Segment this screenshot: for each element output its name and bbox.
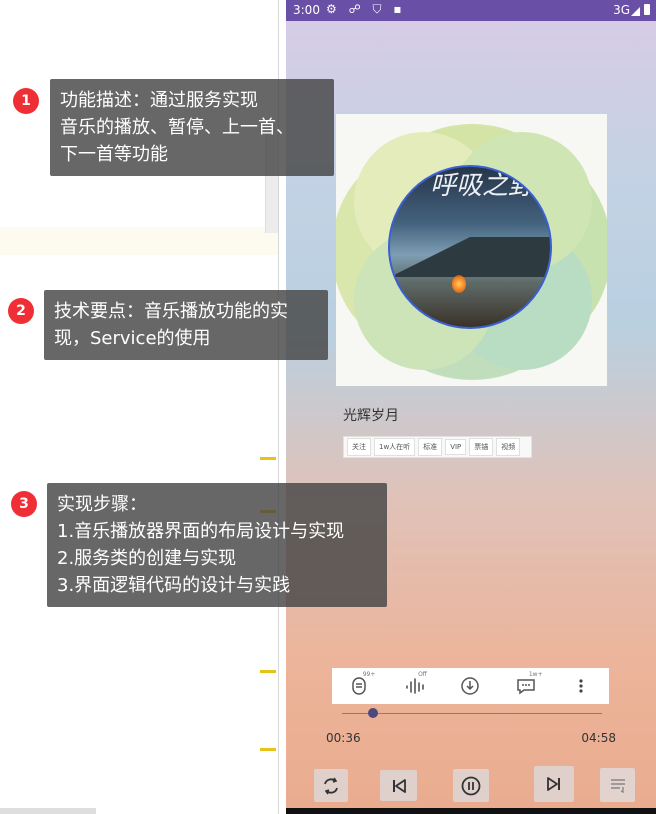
skip-previous-icon (392, 778, 406, 793)
tag-listeners[interactable]: 1w人在听 (374, 438, 416, 456)
sound-effect-badge: Off (418, 671, 427, 678)
song-tags: 关注 1w人在听 标准 VIP 票锚 视频 (343, 436, 532, 458)
comment-button[interactable]: 1w+ (515, 671, 543, 697)
repeat-icon (324, 777, 338, 794)
repeat-button[interactable] (314, 769, 348, 802)
total-time: 04:58 (581, 731, 616, 745)
seek-thumb[interactable] (368, 708, 379, 718)
editor-gutter-marker (260, 748, 276, 751)
callout-number-badge: 2 (8, 298, 34, 324)
callout-number-badge: 1 (13, 88, 39, 114)
playlist-icon (610, 779, 625, 794)
like-button[interactable]: 99+ (349, 671, 375, 697)
album-art: 呼吸之野 (336, 114, 607, 386)
comment-count-badge: 1w+ (528, 671, 543, 678)
callout-line: 音乐的播放、暂停、上一首、 (60, 117, 294, 138)
tag-anchor[interactable]: 票锚 (469, 438, 494, 456)
callout-number-badge: 3 (11, 491, 37, 517)
callout-line: 现，Service的使用 (54, 328, 211, 349)
editor-gutter-marker (260, 670, 276, 673)
like-icon (351, 677, 366, 695)
pause-icon (461, 776, 481, 795)
tag-video[interactable]: 视频 (496, 438, 521, 456)
horizontal-scrollbar[interactable] (0, 808, 96, 814)
skip-next-icon (547, 777, 560, 791)
tag-follow[interactable]: 关注 (347, 438, 371, 456)
current-time: 00:36 (326, 731, 361, 745)
signal-icon (631, 7, 640, 16)
callout-function-description: 功能描述：通过服务实现 音乐的播放、暂停、上一首、 下一首等功能 (50, 79, 334, 176)
cover-campfire (452, 275, 466, 293)
callout-implementation-steps: 实现步骤： 1.音乐播放器界面的布局设计与实现 2.服务类的创建与实现 3.界面… (47, 483, 387, 607)
previous-button[interactable] (380, 770, 417, 801)
sound-effect-button[interactable]: Off (404, 671, 427, 697)
callout-line: 1.音乐播放器界面的布局设计与实现 (57, 521, 345, 542)
more-button[interactable] (570, 675, 592, 697)
tag-vip[interactable]: VIP (445, 439, 467, 455)
status-bar: 3:00 ⚙ ☍ ⛉ ▪ 3G (286, 0, 656, 21)
callout-line: 技术要点：音乐播放功能的实 (54, 301, 288, 322)
download-button[interactable] (459, 675, 481, 697)
album-cover[interactable]: 呼吸之野 (388, 165, 552, 329)
battery-icon (644, 4, 650, 15)
download-icon (461, 677, 480, 695)
playlist-button[interactable] (600, 768, 635, 802)
phone-screen: 3:00 ⚙ ☍ ⛉ ▪ 3G 呼吸之野 光辉岁月 关注 1w人在听 标准 VI… (286, 0, 656, 808)
more-vertical-icon (579, 679, 583, 693)
song-actions-bar: 99+ Off 1w+ (332, 668, 609, 704)
pause-button[interactable] (453, 769, 489, 802)
sound-wave-icon (406, 678, 424, 694)
comment-icon (517, 679, 535, 695)
seek-bar[interactable] (342, 713, 602, 714)
cover-title-art: 呼吸之野 (430, 171, 535, 201)
like-count-badge: 99+ (362, 671, 376, 678)
cover-mountain (390, 237, 550, 277)
editor-current-line (0, 227, 278, 255)
song-title: 光辉岁月 (343, 408, 399, 424)
phone-bottom-edge (286, 808, 656, 814)
network-type: 3G (613, 3, 630, 17)
callout-line: 功能描述：通过服务实现 (60, 90, 258, 111)
status-time: 3:00 (293, 3, 320, 17)
callout-line: 下一首等功能 (60, 144, 168, 165)
tag-quality[interactable]: 标准 (418, 438, 443, 456)
callout-technical-points: 技术要点：音乐播放功能的实 现，Service的使用 (44, 290, 328, 360)
status-notification-icons: ⚙ ☍ ⛉ ▪ (326, 2, 406, 16)
callout-line: 3.界面逻辑代码的设计与实践 (57, 575, 291, 596)
callout-line: 2.服务类的创建与实现 (57, 548, 237, 569)
next-button[interactable] (534, 766, 574, 802)
editor-gutter-marker (260, 457, 276, 460)
callout-line: 实现步骤： (57, 494, 147, 515)
